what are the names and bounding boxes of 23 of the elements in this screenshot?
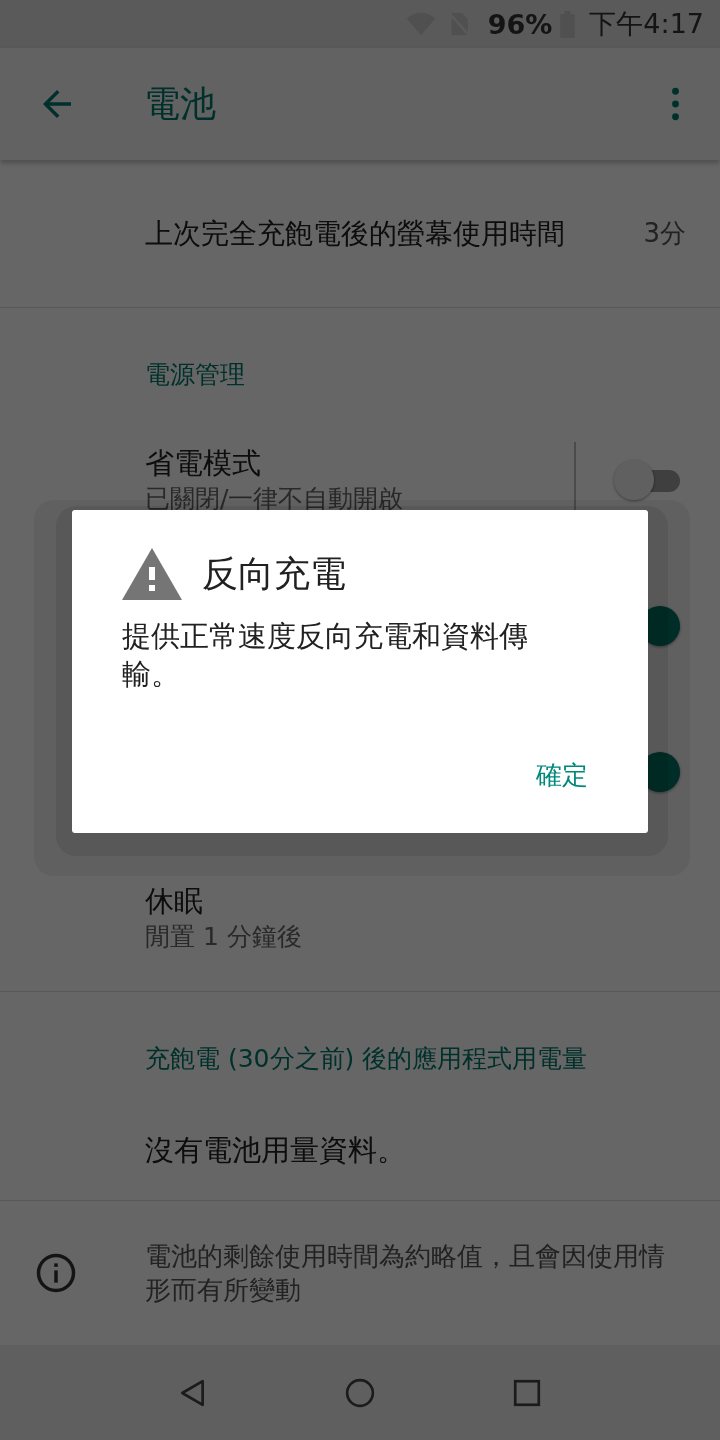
confirm-button[interactable]: 確定: [524, 754, 600, 797]
section-header: 電源管理: [144, 359, 246, 391]
status-time: 下午4:17: [589, 7, 704, 41]
home-icon[interactable]: [345, 1377, 375, 1408]
recents-icon[interactable]: [511, 1377, 542, 1408]
item-title: 休眠: [145, 883, 204, 920]
item-title: 上次完全充飽電後的螢幕使用時間: [145, 215, 566, 252]
info-note: 電池的剩餘使用時間為約略值，且會因使用情形而有所變動: [145, 1240, 666, 1307]
item-subtitle: 已關閉/一律不自動開啟: [145, 483, 405, 515]
toggle-switch[interactable]: [614, 460, 680, 500]
dialog-title: 反向充電: [202, 551, 346, 596]
more-options-icon[interactable]: [671, 87, 680, 121]
section-header: 充飽電 (30分之前) 後的應用程式用電量: [144, 1043, 589, 1075]
warning-icon: [122, 548, 182, 600]
battery-percent: 96%: [487, 8, 553, 40]
item-value: 3分: [643, 217, 686, 250]
item-subtitle: 閒置 1 分鐘後: [145, 921, 303, 953]
dialog-message: 提供正常速度反向充電和資料傳輸。: [122, 619, 529, 693]
item-title: 省電模式: [145, 445, 262, 482]
empty-message: 沒有電池用量資料。: [144, 1131, 407, 1169]
page-title: 電池: [144, 81, 217, 126]
list-item[interactable]: 上次完全充飽電後的螢幕使用時間 3分: [0, 160, 720, 307]
info-icon: [35, 1252, 77, 1294]
